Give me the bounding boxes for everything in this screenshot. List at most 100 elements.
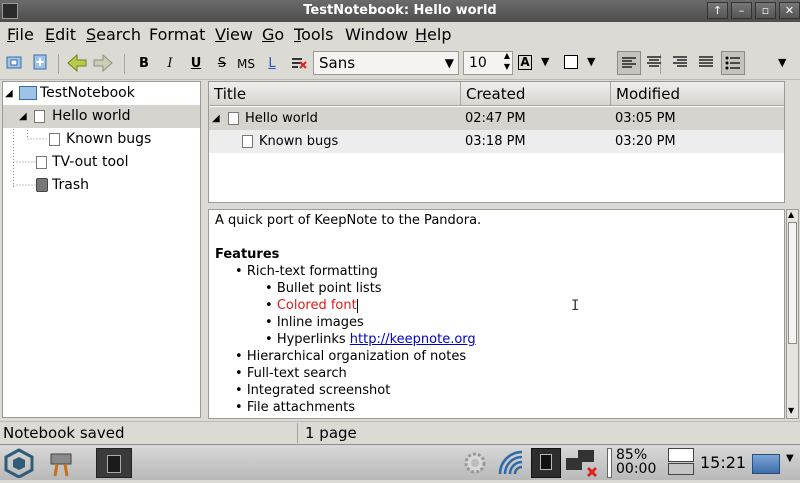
tree-item-label: Hello world [52, 108, 131, 124]
notes-list[interactable]: Title Created Modified ◢ Hello world 02:… [208, 81, 785, 203]
table-row[interactable]: ◢ Hello world 02:47 PM 03:05 PM [209, 107, 784, 130]
battery-status: 85% 00:00 [616, 448, 662, 478]
status-bar: Notebook saved 1 page [0, 421, 800, 443]
expander-open-icon[interactable]: ◢ [212, 107, 220, 130]
underline-button[interactable]: U [186, 53, 206, 75]
row-created: 02:47 PM [465, 111, 526, 126]
shade-button[interactable]: ↑ [707, 2, 728, 19]
chevron-down-icon: ▼ [587, 55, 596, 68]
text-cursor [356, 298, 358, 313]
list-item: • File attachments [235, 400, 355, 415]
toolbar-overflow-icon[interactable]: ▼ [778, 56, 786, 69]
notebook-app-icon [107, 455, 121, 473]
bullet-list-button[interactable] [721, 51, 745, 75]
align-center-button[interactable] [643, 51, 667, 75]
keepnote-task-button[interactable] [96, 448, 132, 478]
menu-go[interactable]: Go [262, 25, 284, 44]
column-header-created[interactable]: Created [461, 82, 611, 106]
minimize-button[interactable]: – [731, 2, 752, 19]
scroll-up-icon[interactable]: ▲ [788, 210, 794, 219]
text-color-icon: A [518, 55, 532, 70]
menu-bar: File Edit Search Format View Go Tools Wi… [0, 22, 800, 46]
expander-open-icon[interactable]: ◢ [5, 82, 13, 105]
align-left-icon [622, 57, 636, 68]
tree-item-label: Known bugs [66, 131, 152, 147]
menu-file[interactable]: File [7, 25, 34, 44]
taskbar-overflow-icon[interactable]: ▼ [786, 453, 794, 483]
desktop-pager-icon[interactable] [668, 448, 696, 478]
align-right-button[interactable] [669, 51, 693, 75]
font-family-select[interactable]: Sans ▼ [313, 51, 459, 75]
menu-edit[interactable]: Edit [45, 25, 76, 44]
start-menu-icon[interactable] [3, 448, 35, 479]
notes-tray-icon[interactable] [531, 448, 561, 478]
list-item: • Hyperlinks http://keepnote.org [265, 332, 476, 347]
column-header-modified[interactable]: Modified [611, 82, 784, 106]
notebook-tree[interactable]: ◢ TestNotebook ◢ Hello world Known bugs … [2, 81, 201, 418]
close-button[interactable]: ✕ [779, 2, 800, 19]
notebook-icon [19, 86, 37, 100]
battery-bar [607, 448, 612, 478]
new-child-page-icon[interactable] [30, 53, 50, 75]
font-size-spinner[interactable]: 10 ▲ ▼ [463, 51, 513, 75]
status-message: Notebook saved [0, 423, 298, 443]
menu-window[interactable]: Window [345, 25, 408, 44]
align-center-icon [647, 56, 661, 67]
font-size-value: 10 [469, 55, 487, 71]
expander-open-icon[interactable]: ◢ [19, 105, 27, 128]
menu-search[interactable]: Search [86, 25, 141, 44]
toolbar-separator [124, 54, 125, 74]
scroll-down-icon[interactable]: ▼ [788, 406, 794, 415]
justify-button[interactable] [695, 51, 719, 75]
menu-format[interactable]: Format [149, 25, 205, 44]
bold-button[interactable]: B [134, 53, 154, 75]
monospace-button[interactable]: MS [236, 53, 256, 75]
battery-time: 00:00 [616, 461, 657, 477]
align-right-icon [673, 56, 687, 67]
page-icon [49, 133, 60, 146]
colored-font-text: Colored font [276, 298, 357, 313]
new-page-icon[interactable] [4, 53, 24, 75]
link-button[interactable]: L [262, 53, 282, 75]
clock[interactable]: 15:21 [700, 448, 746, 478]
forward-icon[interactable] [92, 53, 114, 75]
menu-tools[interactable]: Tools [294, 25, 333, 44]
back-icon[interactable] [66, 53, 88, 75]
text-color-button[interactable]: A ▼ [517, 53, 553, 75]
tree-item-label: Trash [52, 177, 89, 193]
tree-item-trash[interactable]: Trash [3, 174, 200, 197]
hyperlink[interactable]: http://keepnote.org [350, 332, 476, 347]
tree-item-hello-world[interactable]: ◢ Hello world [3, 105, 200, 128]
scrollbar-thumb[interactable] [788, 222, 797, 344]
background-color-button[interactable]: ▼ [563, 53, 599, 75]
column-header-title[interactable]: Title [209, 82, 461, 106]
launcher-tools-icon[interactable] [45, 448, 77, 478]
strikethrough-button[interactable]: S [212, 53, 232, 75]
row-title: Known bugs [259, 134, 339, 149]
editor-scrollbar[interactable]: ▲ ▼ [786, 209, 799, 419]
tree-item-notebook[interactable]: ◢ TestNotebook [3, 82, 200, 105]
taskbar: 85% 00:00 15:21 ▼ [0, 444, 800, 480]
align-left-button[interactable] [617, 51, 641, 75]
italic-button[interactable]: I [160, 53, 180, 75]
network-disconnected-icon[interactable] [564, 448, 600, 478]
list-item: • Integrated screenshot [235, 383, 391, 398]
settings-gear-icon[interactable] [460, 448, 490, 478]
show-desktop-icon[interactable] [752, 454, 780, 474]
tree-item-tv-out-tool[interactable]: TV-out tool [3, 151, 200, 174]
page-icon [228, 112, 239, 125]
chevron-down-icon: ▼ [444, 56, 454, 70]
spin-arrows-icon[interactable]: ▲ ▼ [504, 50, 510, 72]
list-item: • Hierarchical organization of notes [235, 349, 467, 364]
wifi-signal-icon[interactable] [496, 448, 526, 478]
table-row[interactable]: Known bugs 03:18 PM 03:20 PM [209, 130, 784, 153]
menu-help[interactable]: Help [415, 25, 451, 44]
maximize-button[interactable]: ▫ [755, 2, 776, 19]
menu-view[interactable]: View [215, 25, 253, 44]
tree-item-known-bugs[interactable]: Known bugs [3, 128, 200, 151]
clear-format-icon[interactable] [288, 53, 308, 75]
chevron-down-icon: ▼ [541, 55, 550, 68]
list-item: • Full-text search [235, 366, 347, 381]
note-editor[interactable]: A quick port of KeepNote to the Pandora.… [208, 209, 785, 419]
trash-icon [36, 178, 48, 192]
